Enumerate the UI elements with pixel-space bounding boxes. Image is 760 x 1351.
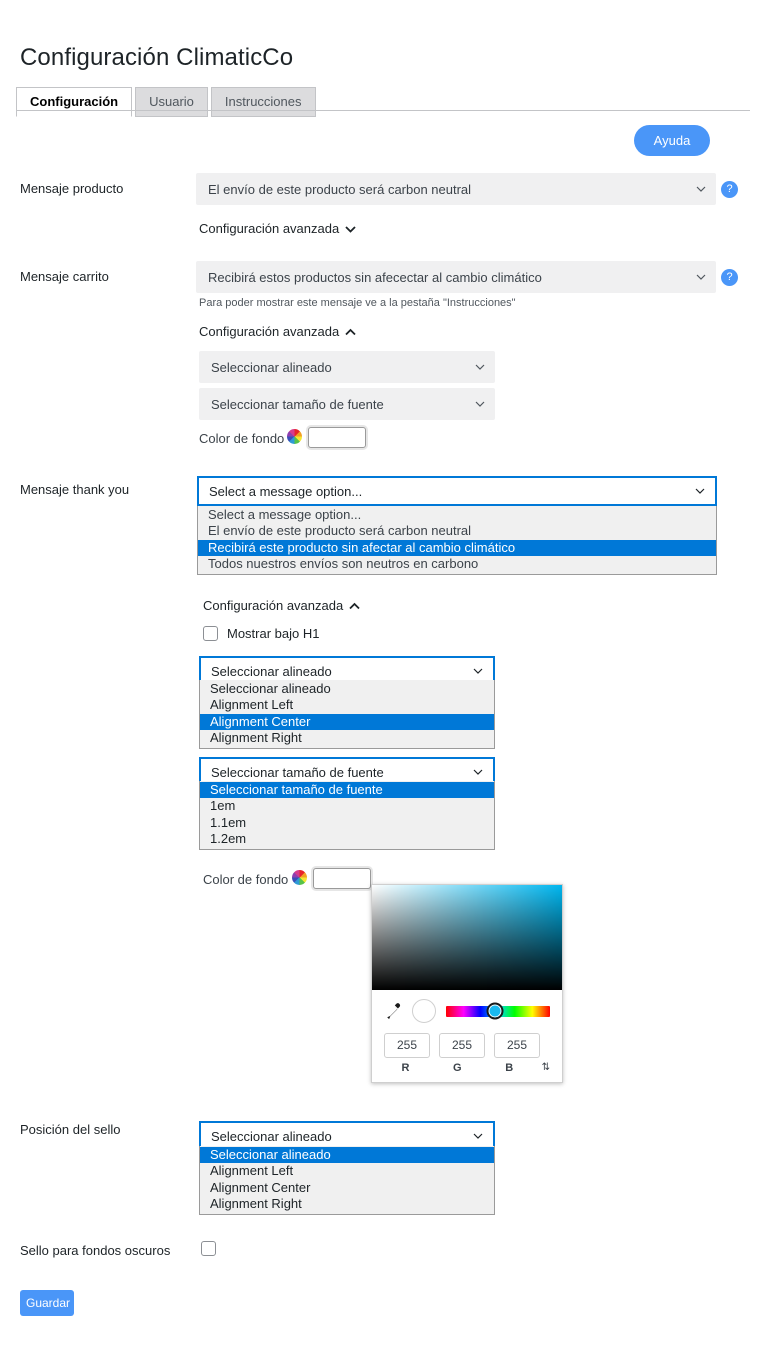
seal-position-options[interactable]: Seleccionar alineado Alignment Left Alig… — [199, 1146, 495, 1215]
seal-position-value: Seleccionar alineado — [211, 1128, 332, 1144]
cart-message-help-icon[interactable]: ? — [721, 269, 738, 286]
list-item[interactable]: Seleccionar alineado — [200, 681, 494, 697]
chevron-down-icon — [695, 486, 705, 496]
thankyou-color-input[interactable] — [313, 868, 371, 889]
color-mode-switch-icon[interactable]: ⇅ — [542, 1063, 550, 1073]
rgb-labels: R G B ⇅ — [372, 1058, 562, 1082]
hue-slider-thumb[interactable] — [486, 1002, 504, 1020]
list-item[interactable]: Alignment Center — [200, 1180, 494, 1196]
list-item[interactable]: Select a message option... — [198, 507, 716, 523]
tab-bar-divider — [16, 110, 750, 111]
list-item[interactable]: Alignment Left — [200, 697, 494, 713]
cart-color-input[interactable] — [308, 427, 366, 448]
thankyou-advanced-label: Configuración avanzada — [203, 598, 344, 613]
blue-label: B — [505, 1062, 514, 1074]
list-item[interactable]: Alignment Left — [200, 1163, 494, 1179]
chevron-down-icon — [473, 1131, 483, 1141]
seal-position-label: Posición del sello — [20, 1122, 121, 1137]
list-item[interactable]: Alignment Right — [200, 730, 494, 746]
cart-message-label: Mensaje carrito — [20, 269, 109, 284]
cart-advanced-label: Configuración avanzada — [199, 324, 340, 339]
chevron-down-icon — [475, 399, 485, 409]
cart-color-label: Color de fondo — [199, 431, 285, 446]
thankyou-message-label: Mensaje thank you — [20, 482, 130, 497]
thankyou-alignment-options[interactable]: Seleccionar alineado Alignment Left Alig… — [199, 680, 495, 749]
product-message-value: El envío de este producto será carbon ne… — [208, 181, 472, 197]
tab-configuracion[interactable]: Configuración — [16, 87, 133, 117]
chevron-up-icon — [349, 598, 360, 613]
cart-message-select[interactable]: Recibirá estos productos sin afecectar a… — [196, 261, 716, 293]
list-item[interactable]: 1.2em — [200, 831, 494, 847]
cart-alignment-select[interactable]: Seleccionar alineado — [199, 351, 495, 383]
hue-slider[interactable] — [446, 1002, 550, 1020]
tab-usuario[interactable]: Usuario — [135, 87, 208, 117]
cart-message-value: Recibirá estos productos sin afecectar a… — [208, 269, 542, 285]
color-wheel-icon[interactable] — [292, 870, 307, 885]
list-item[interactable]: Alignment Right — [200, 1196, 494, 1212]
chevron-down-icon — [473, 666, 483, 676]
thankyou-message-select[interactable]: Select a message option... — [197, 476, 717, 506]
chevron-down-icon — [345, 221, 356, 236]
list-item[interactable]: 1.1em — [200, 815, 494, 831]
cart-advanced-toggle[interactable]: Configuración avanzada — [199, 324, 356, 339]
eyedropper-icon[interactable] — [384, 1002, 402, 1020]
product-advanced-label: Configuración avanzada — [199, 221, 340, 236]
cart-font-size-value: Seleccionar tamaño de fuente — [211, 396, 384, 412]
chevron-down-icon — [696, 184, 706, 194]
dark-seal-checkbox[interactable] — [201, 1241, 216, 1256]
help-button[interactable]: Ayuda — [634, 125, 710, 156]
thankyou-message-options[interactable]: Select a message option... El envío de e… — [197, 506, 717, 575]
list-item[interactable]: 1em — [200, 798, 494, 814]
green-label: G — [453, 1062, 462, 1074]
product-message-label: Mensaje producto — [20, 181, 124, 196]
chevron-down-icon — [696, 272, 706, 282]
thankyou-alignment-value: Seleccionar alineado — [211, 663, 332, 679]
list-item[interactable]: Recibirá este producto sin afectar al ca… — [198, 539, 716, 557]
dark-seal-label: Sello para fondos oscuros — [20, 1243, 171, 1258]
cart-alignment-value: Seleccionar alineado — [211, 359, 332, 375]
red-label: R — [401, 1062, 410, 1074]
show-under-h1-checkbox[interactable] — [203, 626, 218, 641]
thankyou-font-size-options[interactable]: Seleccionar tamaño de fuente 1em 1.1em 1… — [199, 781, 495, 850]
chevron-down-icon — [475, 362, 485, 372]
green-input[interactable]: 255 — [439, 1033, 485, 1058]
product-message-help-icon[interactable]: ? — [721, 181, 738, 198]
cart-font-size-select[interactable]: Seleccionar tamaño de fuente — [199, 388, 495, 420]
show-under-h1-label: Mostrar bajo H1 — [227, 626, 320, 641]
thankyou-color-label: Color de fondo — [203, 872, 289, 887]
list-item[interactable]: Seleccionar tamaño de fuente — [200, 782, 494, 799]
product-message-select[interactable]: El envío de este producto será carbon ne… — [196, 173, 716, 205]
color-picker-popup[interactable]: 255 255 255 R G B ⇅ — [371, 884, 563, 1083]
color-picker-controls — [372, 990, 562, 1027]
thankyou-message-value: Select a message option... — [209, 483, 363, 499]
save-button[interactable]: Guardar — [20, 1290, 74, 1316]
chevron-up-icon — [345, 324, 356, 339]
cart-message-hint: Para poder mostrar este mensaje ve a la … — [199, 297, 516, 309]
thankyou-font-size-value: Seleccionar tamaño de fuente — [211, 764, 384, 780]
red-input[interactable]: 255 — [384, 1033, 430, 1058]
color-preview-swatch — [412, 999, 436, 1023]
saturation-value-area[interactable] — [372, 885, 562, 990]
list-item[interactable]: El envío de este producto será carbon ne… — [198, 523, 716, 539]
page-title: Configuración ClimaticCo — [20, 44, 294, 71]
rgb-inputs: 255 255 255 — [372, 1027, 562, 1058]
tab-instrucciones[interactable]: Instrucciones — [210, 87, 316, 117]
color-wheel-icon[interactable] — [287, 429, 302, 444]
list-item[interactable]: Seleccionar alineado — [200, 1147, 494, 1164]
tab-bar: Configuración Usuario Instrucciones — [16, 86, 319, 117]
list-item[interactable]: Alignment Center — [200, 713, 494, 731]
product-advanced-toggle[interactable]: Configuración avanzada — [199, 221, 356, 236]
blue-input[interactable]: 255 — [494, 1033, 540, 1058]
list-item[interactable]: Todos nuestros envíos son neutros en car… — [198, 556, 716, 572]
chevron-down-icon — [473, 767, 483, 777]
thankyou-advanced-toggle[interactable]: Configuración avanzada — [203, 598, 360, 613]
